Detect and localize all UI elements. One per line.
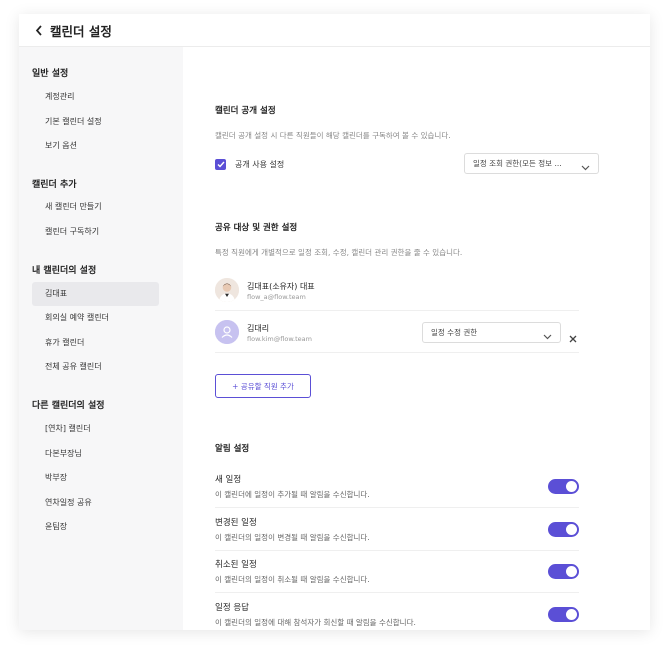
main-content: 캘린더 공개 설정 캘린더 공개 설정 시 다른 직원들이 해당 캘린더를 구독…: [183, 47, 650, 630]
sidebar-item-shared-all[interactable]: 전체 공유 캘린더: [32, 355, 159, 379]
sidebar-item-vacation[interactable]: 휴가 캘린더: [32, 331, 159, 355]
public-settings-desc: 캘린더 공개 설정 시 다른 직원들이 해당 캘린더를 구독하여 볼 수 있습니…: [215, 131, 451, 140]
sharing-settings-desc: 특정 직원에게 개별적으로 일정 조회, 수정, 캘린더 관리 권한을 줄 수 …: [215, 248, 463, 257]
sidebar: 일반 설정 계정관리 기본 캘린더 설정 보기 옵션 캘린더 추가 새 캘린더 …: [19, 47, 183, 630]
notification-title: 일정 응답: [215, 603, 249, 613]
user-placeholder-icon: [215, 320, 239, 344]
page-header: 캘린더 설정: [19, 14, 650, 47]
back-arrow-icon[interactable]: [32, 23, 46, 37]
notification-desc: 이 캘린더의 일정이 변경될 때 알림을 수신합니다.: [215, 533, 370, 542]
user-name: 김대리: [247, 324, 270, 333]
sidebar-item-division-head[interactable]: 다본부장님: [32, 442, 159, 466]
add-shared-user-button[interactable]: + 공유할 직원 추가: [215, 374, 311, 398]
notification-settings-title: 알림 설정: [215, 444, 250, 454]
user-permission-value: 일정 수정 권한: [431, 328, 478, 337]
public-settings-title: 캘린더 공개 설정: [215, 106, 276, 116]
notification-item-cancelled: 취소된 일정 이 캘린더의 일정이 취소될 때 알림을 수신합니다.: [215, 550, 579, 593]
sidebar-item-kim-ceo[interactable]: 김대표: [32, 282, 159, 306]
user-email: flow.kim@flow.team: [247, 335, 312, 343]
public-permission-value: 일정 조회 권한(모든 정보 ...: [473, 159, 562, 168]
sidebar-item-annual-leave[interactable]: [연차] 캘린더: [32, 417, 159, 441]
chevron-down-icon: [543, 328, 552, 347]
notification-desc: 이 캘린더의 일정에 대해 참석자가 회신할 때 알림을 수신합니다.: [215, 618, 416, 627]
sidebar-item-default-calendar[interactable]: 기본 캘린더 설정: [32, 110, 159, 134]
settings-window: 캘린더 설정 일반 설정 계정관리 기본 캘린더 설정 보기 옵션 캘린더 추가…: [19, 14, 650, 630]
sharing-settings-title: 공유 대상 및 권한 설정: [215, 223, 298, 233]
notification-toggle[interactable]: [548, 522, 579, 537]
sidebar-section-my-calendars: 내 캘린더의 설정: [32, 266, 97, 276]
user-name: 김대표(소유자) 대표: [247, 282, 315, 291]
notification-item-new: 새 일정 이 캘린더에 일정이 추가될 때 알림을 수신합니다.: [215, 465, 579, 508]
user-email: flow_a@flow.team: [247, 293, 306, 301]
notification-title: 취소된 일정: [215, 560, 257, 570]
avatar: [215, 278, 239, 302]
toggle-knob: [566, 566, 577, 577]
toggle-knob: [566, 524, 577, 535]
shared-user-row: 김대리 flow.kim@flow.team 일정 수정 권한: [215, 312, 579, 353]
sidebar-item-account[interactable]: 계정관리: [32, 85, 159, 109]
sidebar-item-meeting-room[interactable]: 회의실 예약 캘린더: [32, 306, 159, 330]
shared-user-row: 김대표(소유자) 대표 flow_a@flow.team: [215, 270, 579, 311]
sidebar-item-view-options[interactable]: 보기 옵션: [32, 134, 159, 158]
sidebar-item-team-lead-yoon[interactable]: 윤팀장: [32, 515, 159, 539]
sidebar-item-subscribe[interactable]: 캘린더 구독하기: [32, 220, 159, 244]
public-enable-checkbox[interactable]: [215, 159, 226, 170]
notification-desc: 이 캘린더의 일정이 취소될 때 알림을 수신합니다.: [215, 575, 370, 584]
sidebar-section-other-calendars: 다른 캘린더의 설정: [32, 401, 105, 411]
toggle-knob: [566, 609, 577, 620]
notification-item-response: 일정 응답 이 캘린더의 일정에 대해 참석자가 회신할 때 알림을 수신합니다…: [215, 593, 579, 630]
check-icon: [217, 161, 225, 168]
notification-toggle[interactable]: [548, 564, 579, 579]
user-permission-select[interactable]: 일정 수정 권한: [422, 322, 561, 343]
sidebar-item-new-calendar[interactable]: 새 캘린더 만들기: [32, 195, 159, 219]
page-title: 캘린더 설정: [50, 23, 112, 39]
notification-desc: 이 캘린더에 일정이 추가될 때 알림을 수신합니다.: [215, 490, 370, 499]
notification-toggle[interactable]: [548, 607, 579, 622]
toggle-knob: [566, 481, 577, 492]
notification-title: 새 일정: [215, 475, 242, 485]
sidebar-item-leave-share[interactable]: 연차일정 공유: [32, 491, 159, 515]
public-permission-select[interactable]: 일정 조회 권한(모든 정보 ...: [464, 153, 599, 174]
notification-title: 변경된 일정: [215, 518, 257, 528]
notification-item-changed: 변경된 일정 이 캘린더의 일정이 변경될 때 알림을 수신합니다.: [215, 508, 579, 551]
notification-toggle[interactable]: [548, 479, 579, 494]
sidebar-section-general: 일반 설정: [32, 69, 69, 79]
sidebar-section-add: 캘린더 추가: [32, 180, 77, 190]
remove-user-close-icon[interactable]: [569, 328, 577, 347]
public-enable-label: 공개 사용 설정: [235, 160, 285, 169]
sidebar-item-manager-park[interactable]: 박부장: [32, 466, 159, 490]
chevron-down-icon: [581, 159, 590, 178]
